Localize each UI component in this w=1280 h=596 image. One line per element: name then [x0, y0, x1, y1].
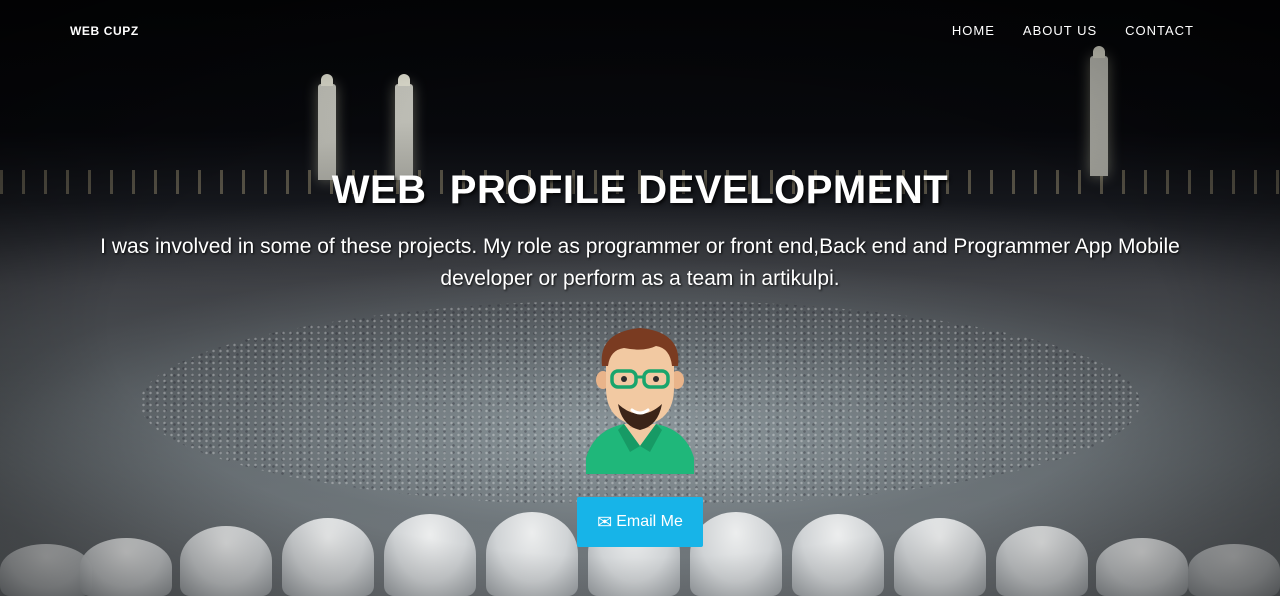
minaret-right-1 [1090, 46, 1108, 176]
developer-avatar-icon [586, 328, 694, 474]
minaret-left-2 [395, 74, 413, 180]
minaret-left-1 [318, 74, 336, 180]
envelope-icon: ✉ [597, 512, 613, 532]
navbar: WEB CUPZ HOME ABOUT US CONTACT [0, 0, 1280, 62]
nav-link-about-us[interactable]: ABOUT US [1023, 23, 1097, 38]
email-me-label: Email Me [616, 513, 683, 530]
hero-subtitle: I was involved in some of these projects… [100, 235, 1180, 290]
brand-logo[interactable]: WEB CUPZ [70, 24, 139, 38]
nav-menu: HOME ABOUT US CONTACT [952, 23, 1194, 38]
email-me-button[interactable]: ✉ Email Me [577, 497, 703, 547]
nav-link-contact[interactable]: CONTACT [1125, 23, 1194, 38]
nav-link-home[interactable]: HOME [952, 23, 995, 38]
hero-title: WEB PROFILE DEVELOPMENT [331, 168, 949, 212]
hero-content: WEB PROFILE DEVELOPMENT I was involved i… [0, 168, 1280, 295]
hero-section: WEB CUPZ HOME ABOUT US CONTACT WEB PROFI… [0, 0, 1280, 596]
